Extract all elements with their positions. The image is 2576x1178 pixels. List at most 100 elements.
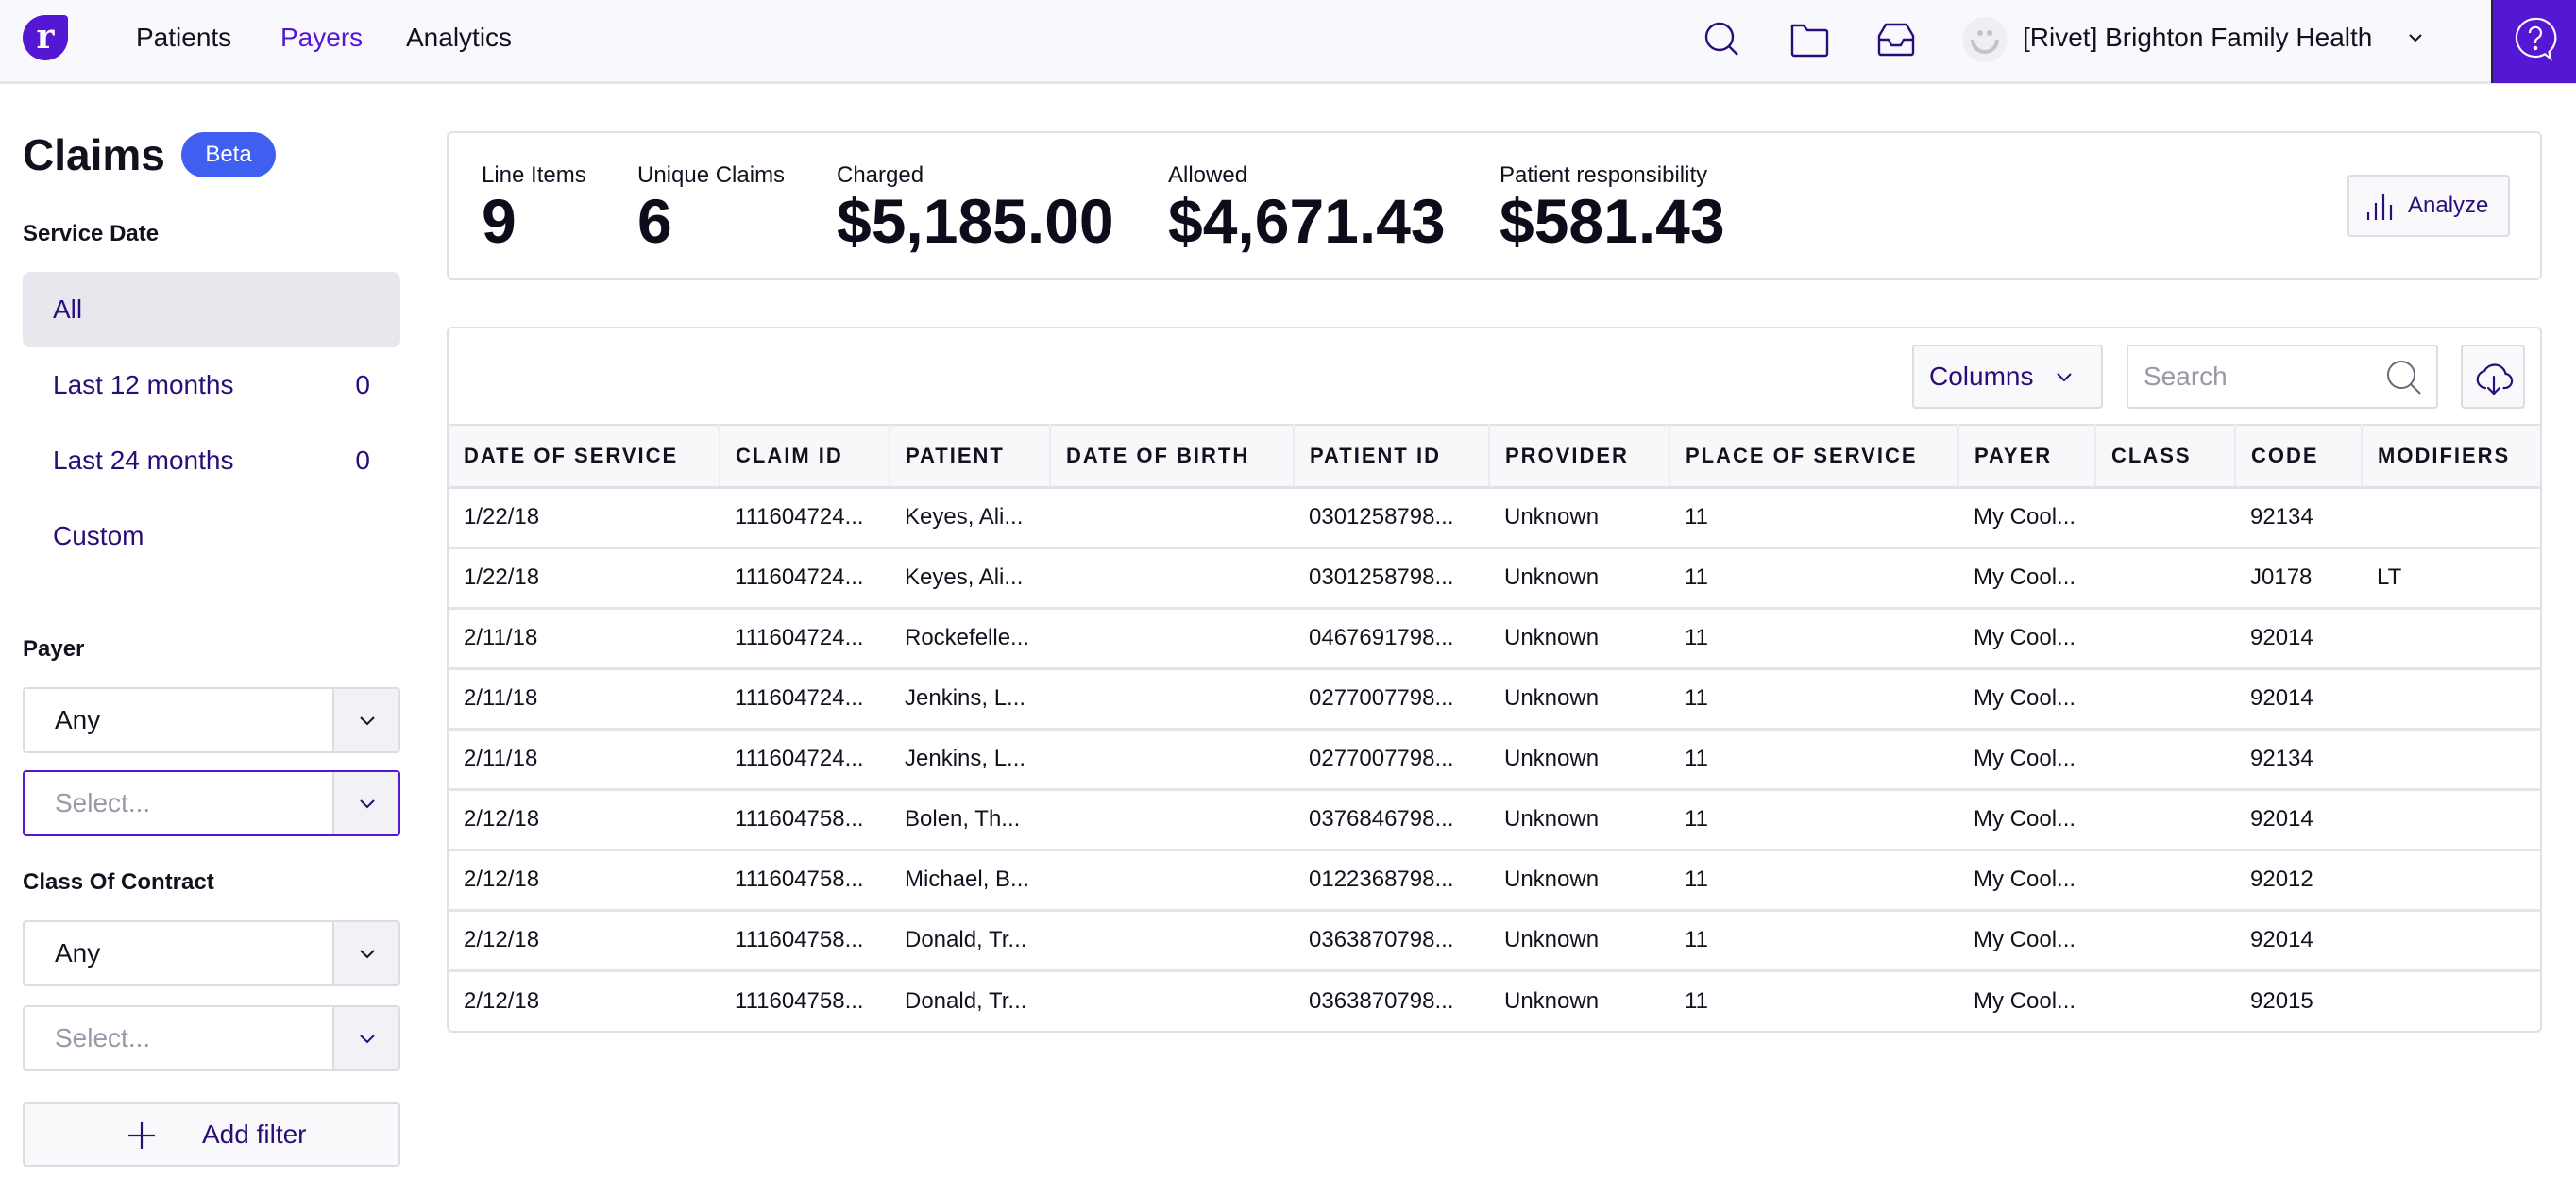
cell-place-of-service: 11 [1669, 910, 1958, 972]
column-header-code[interactable]: CODE [2235, 424, 2363, 489]
cell-modifiers [2362, 729, 2540, 791]
nav-link-payers[interactable]: Payers [280, 21, 363, 55]
cell-date-of-birth [1050, 729, 1294, 791]
column-header-provider[interactable]: PROVIDER [1489, 424, 1670, 489]
cell-date-of-service: 1/22/18 [449, 547, 720, 610]
cell-payer: My Cool... [1958, 789, 2095, 851]
cloud-download-icon [2476, 363, 2514, 395]
cell-place-of-service: 11 [1669, 729, 1958, 791]
dropdown-toggle[interactable] [332, 922, 398, 984]
service-date-option-count: 0 [355, 370, 370, 399]
cell-class [2095, 608, 2235, 670]
service-date-option-label: Last 12 months [53, 370, 234, 399]
cell-class [2095, 850, 2235, 912]
search-input[interactable] [2128, 346, 2383, 407]
table-row[interactable]: 2/11/18 111604724... Jenkins, L... 02770077… [449, 668, 2540, 731]
cell-class [2095, 668, 2235, 731]
cell-claim-id: 111604724... [720, 608, 890, 670]
plus-icon [128, 1122, 155, 1149]
cell-date-of-birth [1050, 789, 1294, 851]
cell-modifiers [2362, 668, 2540, 731]
cell-date-of-birth [1050, 487, 1294, 549]
dropdown-toggle[interactable] [332, 772, 398, 834]
payer-value-select[interactable]: Select... [23, 770, 400, 836]
table-row[interactable]: 2/11/18 111604724... Jenkins, L... 02770077… [449, 729, 2540, 791]
analyze-label: Analyze [2408, 193, 2489, 218]
cell-payer: My Cool... [1958, 910, 2095, 972]
cell-date-of-service: 2/11/18 [449, 668, 720, 731]
table-row[interactable]: 2/12/18 111604758... Bolen, Th... 037684679… [449, 789, 2540, 851]
rivet-logo[interactable]: r [23, 15, 68, 60]
service-date-all[interactable]: All [23, 272, 400, 347]
inbox-icon[interactable] [1873, 17, 1919, 62]
column-header-patient-id[interactable]: PATIENT ID [1294, 424, 1490, 489]
cell-patient: Jenkins, L... [890, 729, 1050, 791]
avatar[interactable] [1962, 17, 2008, 62]
add-filter-label: Add filter [202, 1119, 307, 1149]
class-of-contract-operator-select[interactable]: Any [23, 920, 400, 986]
class-of-contract-value-select[interactable]: Select... [23, 1005, 400, 1071]
table-row[interactable]: 1/22/18 111604724... Keyes, Ali... 03012587… [449, 547, 2540, 610]
search-icon[interactable] [2385, 359, 2423, 396]
stat-unique-claims: Unique Claims 6 [637, 161, 785, 252]
service-date-option-label: Last 24 months [53, 446, 234, 475]
columns-label: Columns [1929, 362, 2034, 391]
cell-patient: Bolen, Th... [890, 789, 1050, 851]
stat-value: $5,185.00 [837, 186, 1114, 256]
cell-code: 92134 [2235, 729, 2362, 791]
payer-operator-select[interactable]: Any [23, 687, 400, 753]
cell-payer: My Cool... [1958, 487, 2095, 549]
stat-patient-responsibility: Patient responsibility $581.43 [1500, 161, 1725, 252]
column-header-class[interactable]: CLASS [2095, 424, 2236, 489]
cell-modifiers [2362, 487, 2540, 549]
cell-date-of-service: 2/12/18 [464, 987, 540, 1014]
cell-payer: My Cool... [1958, 608, 2095, 670]
cell-provider: Unknown [1489, 910, 1669, 972]
table-row[interactable]: 1/22/18 111604724... Keyes, Ali... 03012587… [449, 487, 2540, 549]
service-date-last-12-months[interactable]: Last 12 months 0 [23, 347, 400, 423]
analyze-button[interactable]: Analyze [2347, 175, 2510, 237]
organization-switcher[interactable]: [Rivet] Brighton Family Health [2023, 21, 2372, 55]
chevron-down-icon[interactable] [2404, 26, 2427, 49]
table-search [2127, 345, 2438, 409]
cell-class [2095, 910, 2235, 972]
table-row[interactable]: 2/11/18 111604724... Rockefelle... 04676917… [449, 608, 2540, 670]
table-row[interactable]: 2/12/18 111604758... Michael, B... 01223687… [449, 850, 2540, 912]
claims-table-card: Columns DATE OF SERVICECLAIM IDPATIENTDA… [447, 327, 2542, 1033]
add-filter-button[interactable]: Add filter [23, 1102, 400, 1167]
folder-icon[interactable] [1787, 17, 1832, 62]
cell-provider: Unknown [1489, 668, 1669, 731]
columns-button[interactable]: Columns [1912, 345, 2103, 409]
cell-place-of-service: 11 [1669, 487, 1958, 549]
column-header-modifiers[interactable]: MODIFIERS [2362, 424, 2540, 489]
cell-code: J0178 [2235, 547, 2362, 610]
cell-patient-id: 0277007798... [1294, 729, 1489, 791]
column-header-date-of-birth[interactable]: DATE OF BIRTH [1050, 424, 1295, 489]
service-date-custom[interactable]: Custom [23, 498, 400, 574]
column-header-claim-id[interactable]: CLAIM ID [720, 424, 890, 489]
cell-payer: My Cool... [1958, 547, 2095, 610]
cell-payer: My Cool... [1958, 668, 2095, 731]
cell-code: 92014 [2235, 608, 2362, 670]
column-header-payer[interactable]: PAYER [1958, 424, 2096, 489]
table-row[interactable]: 2/12/18 111604758... Donald, Tr... 03638707… [449, 910, 2540, 972]
nav-link-analytics[interactable]: Analytics [406, 21, 512, 55]
cell-claim-id: 111604724... [720, 668, 890, 731]
service-date-last-24-months[interactable]: Last 24 months 0 [23, 423, 400, 498]
dropdown-toggle[interactable] [332, 689, 398, 751]
download-button[interactable] [2461, 345, 2525, 409]
select-value: Any [55, 938, 101, 968]
cell-date-of-service: 2/11/18 [449, 729, 720, 791]
table-row[interactable]: 2/12/18 111604758... Donald, Tr... 03638707… [449, 970, 2540, 1031]
help-button[interactable] [2491, 0, 2576, 83]
cell-code: 92015 [2250, 987, 2313, 1014]
cell-patient-id: 0376846798... [1294, 789, 1489, 851]
column-header-date-of-service[interactable]: DATE OF SERVICE [449, 424, 720, 489]
dropdown-toggle[interactable] [332, 1007, 398, 1069]
column-header-patient[interactable]: PATIENT [890, 424, 1051, 489]
nav-link-patients[interactable]: Patients [136, 21, 231, 55]
cell-date-of-service: 2/11/18 [449, 608, 720, 670]
search-icon[interactable] [1700, 17, 1745, 62]
column-header-place-of-service[interactable]: PLACE OF SERVICE [1669, 424, 1959, 489]
cell-provider: Unknown [1489, 789, 1669, 851]
